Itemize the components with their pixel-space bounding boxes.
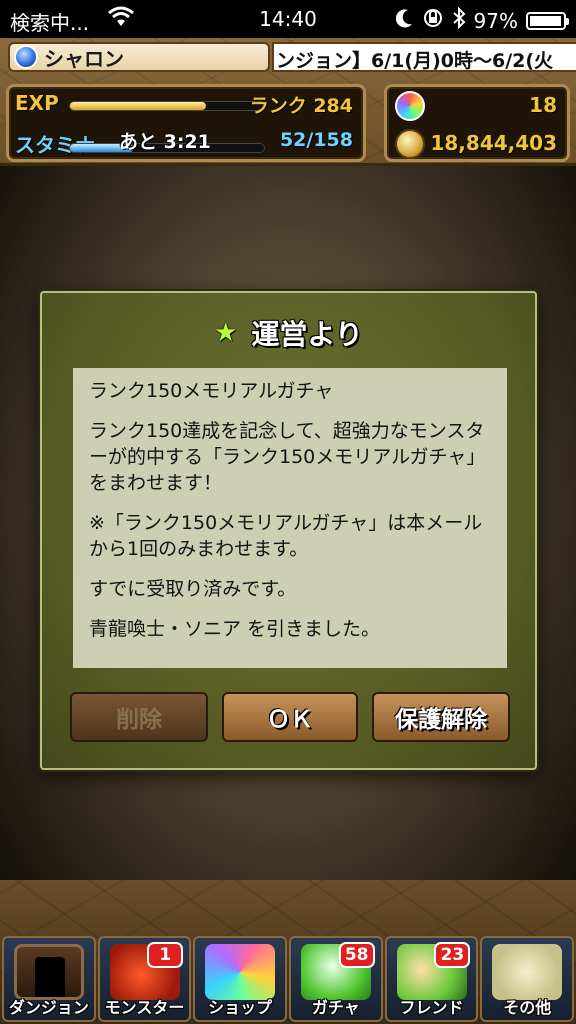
notification-badge: 58 xyxy=(338,942,375,968)
nav-label: ショップ xyxy=(208,998,273,1017)
dialog-title: ★ 運営より xyxy=(42,313,535,353)
message-line: 青龍喚士・ソニア を引きました。 xyxy=(89,618,381,640)
stamina-value: 52/158 xyxy=(279,129,353,151)
nav-label: その他 xyxy=(503,998,552,1017)
dialog-title-text: 運営より xyxy=(251,318,363,351)
rank-text: ランク 284 xyxy=(249,95,353,117)
nav-friend[interactable]: 23 フレンド xyxy=(384,936,479,1022)
player-name-plate[interactable]: シャロン xyxy=(8,42,270,72)
bottom-nav: ダンジョン 1 モンスター ショップ 58 ガチャ 23 フレンド その他 xyxy=(2,936,575,1022)
nav-label: フレンド xyxy=(399,998,464,1017)
magic-stone-count: 18 xyxy=(529,93,557,117)
mail-dialog: ★ 運営より ランク150メモリアルガチャ ランク150達成を記念して、超強力な… xyxy=(40,291,537,770)
bluetooth-icon xyxy=(452,6,466,34)
player-stats-panel: EXP ランク 284 スタミナ あと 3:21 52/158 xyxy=(6,84,366,162)
orientation-lock-icon xyxy=(422,7,444,34)
nav-shop[interactable]: ショップ xyxy=(193,936,288,1022)
nav-label: ガチャ xyxy=(311,998,360,1017)
notification-badge: 23 xyxy=(434,942,471,968)
water-orb-icon xyxy=(14,45,38,69)
nav-label: モンスター xyxy=(104,998,185,1017)
battery-icon xyxy=(526,11,569,30)
status-bar: 検索中... 14:40 97% xyxy=(0,0,576,38)
carrier-text: 検索中... xyxy=(10,11,90,35)
delete-button[interactable]: 削除 xyxy=(70,692,208,742)
star-icon: ★ xyxy=(214,318,238,348)
message-line: ランク150達成を記念して、超強力なモンスターが的中する「ランク150メモリアル… xyxy=(89,420,486,494)
unprotect-button[interactable]: 保護解除 xyxy=(372,692,510,742)
nav-monster[interactable]: 1 モンスター xyxy=(97,936,192,1022)
message-line: ※「ランク150メモリアルガチャ」は本メールから1回のみまわせます。 xyxy=(89,512,483,560)
moon-icon xyxy=(395,8,414,33)
wifi-icon xyxy=(108,6,134,33)
nav-gacha[interactable]: 58 ガチャ xyxy=(289,936,383,1022)
message-line: すでに受取り済みです。 xyxy=(89,578,297,600)
shop-icon xyxy=(205,944,276,1000)
coin-icon xyxy=(395,129,425,159)
exp-label: EXP xyxy=(15,91,59,115)
exp-bar xyxy=(69,101,265,111)
message-body[interactable]: ランク150メモリアルガチャ ランク150達成を記念して、超強力なモンスターが的… xyxy=(73,368,507,668)
top-hud: シャロン ンジョン】6/1(月)0時～6/2(火 EXP ランク 284 スタミ… xyxy=(0,38,576,166)
nav-other[interactable]: その他 xyxy=(480,936,575,1022)
dungeon-icon xyxy=(14,944,84,1000)
other-icon xyxy=(492,944,563,1000)
magic-stone-icon xyxy=(395,91,425,121)
player-name: シャロン xyxy=(44,46,124,71)
battery-percent: 97% xyxy=(473,8,518,33)
notification-badge: 1 xyxy=(147,942,184,968)
message-line: ランク150メモリアルガチャ xyxy=(89,380,334,402)
currency-panel: 18 18,844,403 xyxy=(384,84,570,162)
ok-button[interactable]: ＯＫ xyxy=(222,692,358,742)
stamina-timer: あと 3:21 xyxy=(119,131,211,153)
ticker-text: ンジョン】6/1(月)0時～6/2(火 xyxy=(276,50,554,72)
news-ticker[interactable]: ンジョン】6/1(月)0時～6/2(火 xyxy=(272,42,576,72)
nav-dungeon[interactable]: ダンジョン xyxy=(2,936,96,1022)
coin-count: 18,844,403 xyxy=(430,131,557,155)
nav-label: ダンジョン xyxy=(8,998,89,1017)
